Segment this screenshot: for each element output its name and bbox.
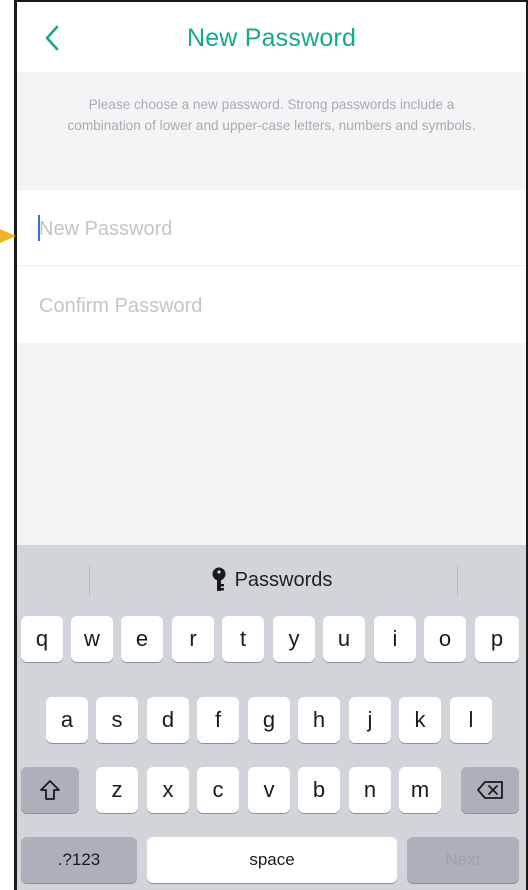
key-o[interactable]: o <box>424 616 466 662</box>
key-e[interactable]: e <box>121 616 163 662</box>
key-g[interactable]: g <box>248 697 290 743</box>
key-p[interactable]: p <box>475 616 519 662</box>
confirm-password-row <box>17 267 526 343</box>
key-j[interactable]: j <box>349 697 391 743</box>
key-q[interactable]: q <box>21 616 63 662</box>
key-a[interactable]: a <box>46 697 88 743</box>
key-v[interactable]: v <box>248 767 290 813</box>
key-n[interactable]: n <box>349 767 391 813</box>
key-t[interactable]: t <box>222 616 264 662</box>
shift-key[interactable] <box>21 767 79 813</box>
space-key[interactable]: space <box>147 837 397 883</box>
info-text: Please choose a new password. Strong pas… <box>67 97 476 133</box>
key-s[interactable]: s <box>96 697 138 743</box>
delete-key[interactable] <box>461 767 519 813</box>
passwords-suggestion[interactable]: Passwords <box>17 567 526 593</box>
key-k[interactable]: k <box>399 697 441 743</box>
suggestion-bar: Passwords <box>17 545 526 615</box>
key-b[interactable]: b <box>298 767 340 813</box>
navbar: New Password <box>17 2 526 72</box>
backspace-icon <box>477 781 503 799</box>
suggestion-label: Passwords <box>234 568 333 591</box>
page-title: New Password <box>186 24 357 52</box>
key-l[interactable]: l <box>450 697 492 743</box>
keyboard: Passwords q w e r t y u i o p a s d f g … <box>17 545 526 890</box>
next-key[interactable]: Next <box>407 837 519 883</box>
key-x[interactable]: x <box>147 767 189 813</box>
key-d[interactable]: d <box>147 697 189 743</box>
new-password-input[interactable] <box>37 212 481 246</box>
key-icon <box>212 567 226 591</box>
key-w[interactable]: w <box>71 616 113 662</box>
shift-icon <box>40 780 60 800</box>
key-m[interactable]: m <box>399 767 441 813</box>
pointer-arrow-icon <box>0 229 16 243</box>
new-password-row <box>17 190 526 266</box>
key-z[interactable]: z <box>96 767 138 813</box>
key-f[interactable]: f <box>197 697 239 743</box>
info-panel: Please choose a new password. Strong pas… <box>17 72 526 190</box>
confirm-password-input[interactable] <box>37 289 481 323</box>
content-background <box>17 343 526 545</box>
key-i[interactable]: i <box>374 616 416 662</box>
key-y[interactable]: y <box>273 616 315 662</box>
key-u[interactable]: u <box>323 616 365 662</box>
key-h[interactable]: h <box>298 697 340 743</box>
numbers-key[interactable]: .?123 <box>21 837 137 883</box>
key-r[interactable]: r <box>172 616 214 662</box>
screen: New Password Please choose a new passwor… <box>0 0 528 890</box>
text-caret <box>38 215 40 241</box>
key-c[interactable]: c <box>197 767 239 813</box>
